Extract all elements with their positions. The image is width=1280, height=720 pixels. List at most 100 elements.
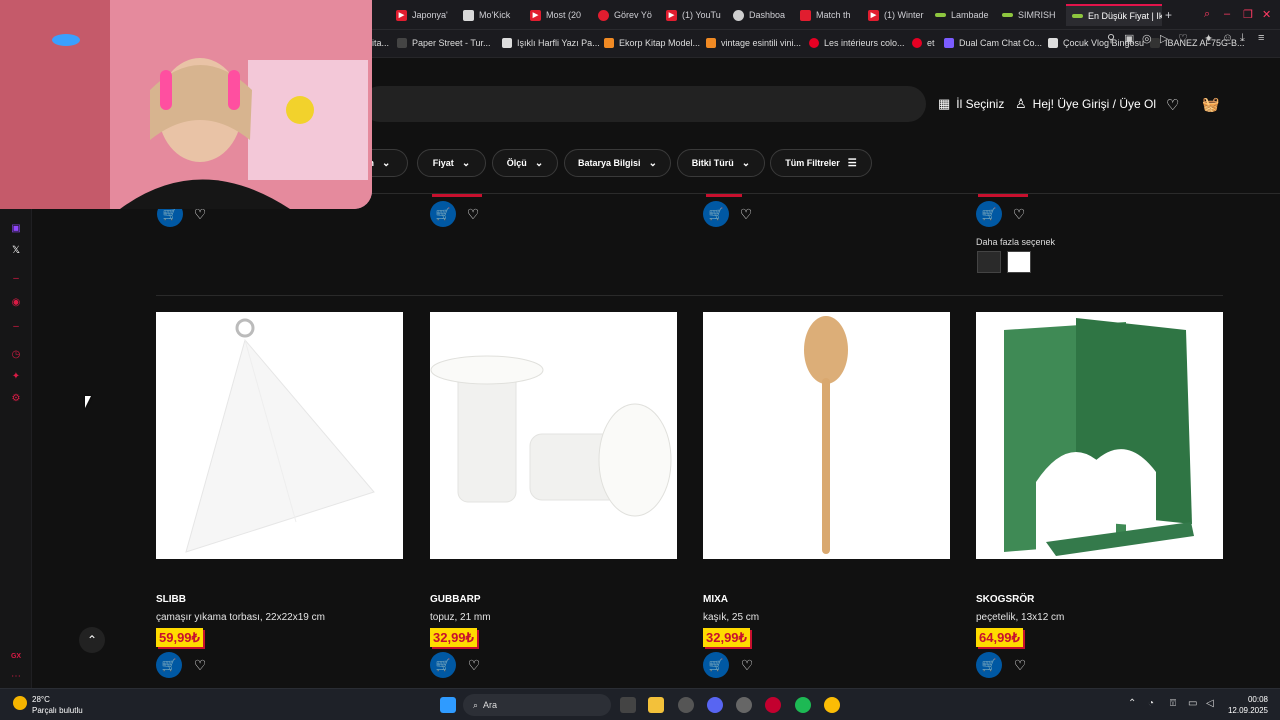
heart-icon[interactable]: ♡ [466,657,482,673]
tab[interactable]: SIMRISH [1002,4,1058,26]
bookmark[interactable]: Işıklı Harfli Yazı Pa... [502,38,600,48]
opera-gx-icon[interactable] [765,697,781,713]
login-link[interactable]: ♙ Hej! Üye Girişi / Üye Ol [1015,96,1156,112]
heart-icon[interactable]: ♡ [1012,657,1028,673]
player-icon[interactable]: ◉ [10,297,22,309]
search-tabs-icon[interactable]: ⌕ [1204,8,1210,21]
add-to-cart-button[interactable]: 🛒 [430,201,456,227]
tab-active[interactable]: En Düşük Fiyat | Ik [1066,4,1162,26]
add-to-cart-button[interactable]: 🛒 [703,201,729,227]
volume-icon[interactable]: ◁ [1206,698,1214,709]
steam-icon[interactable] [678,697,694,713]
tab[interactable]: Mo'Kick [463,4,523,26]
bookmark[interactable]: Paper Street - Tur... [397,38,491,48]
product-card[interactable]: MIXA kaşık, 25 cm 32,99₺ 🛒 ♡ [703,312,950,678]
tab[interactable]: ▶ Most (20 [530,4,586,26]
screenshot-icon[interactable]: ▣ [1124,32,1134,45]
variant-swatch[interactable] [1007,251,1031,273]
bookmark[interactable]: Ekorp Kitap Model... [604,38,700,48]
heart-icon[interactable]: ♡ [739,657,755,673]
close-icon[interactable]: ✕ [1262,8,1271,21]
bookmark[interactable]: ita... [372,38,389,48]
filter-pill[interactable]: Fiyat ⌄ [417,149,486,177]
profile-icon[interactable]: ☺ [1222,32,1233,44]
basket-icon[interactable]: 🧺 [1202,96,1219,113]
task-view-icon[interactable] [620,697,636,713]
heart-icon[interactable]: ♡ [192,657,208,673]
product-card[interactable]: SLIBB çamaşır yıkama torbası, 22x22x19 c… [156,312,403,678]
tab[interactable]: ▶ Japonya' [396,4,452,26]
scroll-to-top-button[interactable]: ⌃ [79,627,105,653]
filter-pill[interactable]: Ölçü ⌄ [492,149,558,177]
laundry-bag-illustration [185,318,375,553]
product-image[interactable] [976,312,1223,559]
bookmark[interactable]: vintage esintili vini... [706,38,801,48]
maximize-icon[interactable]: ❐ [1243,8,1253,21]
heart-icon[interactable]: ♡ [465,206,481,222]
minimize-icon[interactable]: – [1224,8,1230,20]
download-icon[interactable]: ⤓ [1240,32,1245,45]
more-icon[interactable]: ⋯ [10,671,22,683]
bookmark[interactable]: Dual Cam Chat Co... [944,38,1042,48]
play-icon[interactable]: ▷ [1160,32,1168,45]
tray-chevron-icon[interactable]: ⌃ [1128,698,1136,709]
all-filters-button[interactable]: Tüm Filtreler ☰ [770,149,872,177]
file-explorer-icon[interactable] [648,697,664,713]
extensions-icon[interactable]: ✦ [10,371,22,383]
twitch-icon[interactable]: ▣ [10,223,22,235]
add-to-cart-button[interactable]: 🛒 [976,201,1002,227]
product-name[interactable]: SLIBB [156,594,186,605]
pin-icon[interactable]: ⚲ [1107,32,1115,45]
new-tab-button[interactable]: + [1165,4,1179,26]
gx-icon[interactable]: GX [10,651,22,663]
bookmark[interactable]: et [912,38,935,48]
history-icon[interactable]: ◷ [10,349,22,361]
taskbar-search[interactable]: ⌕ Ara [463,694,611,716]
menu-icon[interactable]: ≡ [1258,32,1264,44]
tab[interactable]: Lambade [935,4,991,26]
add-to-cart-button[interactable]: 🛒 [703,652,729,678]
settings-icon[interactable]: ⚙ [10,393,22,405]
product-card[interactable]: GUBBARP topuz, 21 mm 32,99₺ 🛒 ♡ [430,312,677,678]
tab[interactable]: Görev Yö [598,4,654,26]
filter-pill[interactable]: Batarya Bilgisi ⌄ [564,149,671,177]
extension-icon[interactable]: ◎ [1142,32,1152,45]
tab[interactable]: ▶ (1) YouTu [666,4,722,26]
app-icon[interactable] [736,697,752,713]
variant-swatch[interactable] [977,251,1001,273]
tab-label: Görev Yö [614,10,652,20]
product-card[interactable]: SKOGSRÖR peçetelik, 13x12 cm 64,99₺ 🛒 ♡ [976,312,1223,678]
heart-icon[interactable]: ♡ [738,206,754,222]
store-select-link[interactable]: ▦ İl Seçiniz [938,96,1004,112]
bookmark[interactable]: Les intérieurs colo... [809,38,905,48]
product-name[interactable]: MIXA [703,594,728,605]
start-windows-icon[interactable] [440,697,456,713]
x-icon[interactable]: 𝕏 [10,245,22,257]
product-name[interactable]: GUBBARP [430,594,481,605]
discord-icon[interactable] [707,697,723,713]
tab-label: Most (20 [546,10,582,20]
tab[interactable]: Dashboa [733,4,789,26]
tray-app-icon[interactable]: ◔ [1148,698,1154,709]
add-to-cart-button[interactable]: 🛒 [976,652,1002,678]
chrome-icon[interactable] [824,697,840,713]
site-icon [397,38,407,48]
favorites-heart-icon[interactable]: ♡ [1166,96,1179,114]
search-input[interactable] [362,86,926,122]
product-image[interactable] [156,312,403,559]
tab[interactable]: Match th [800,4,856,26]
spotify-icon[interactable] [795,697,811,713]
taskbar-clock[interactable]: 00:08 12.09.2025 [1228,694,1268,716]
extensions-icon[interactable]: ✦ [1204,32,1213,45]
filter-pill[interactable]: Bitki Türü ⌄ [677,149,765,177]
tab[interactable]: ▶ (1) Winter [868,4,924,26]
product-name[interactable]: SKOGSRÖR [976,594,1034,605]
product-image[interactable] [430,312,677,559]
add-to-cart-button[interactable]: 🛒 [430,652,456,678]
heart-icon[interactable]: ♡ [1011,206,1027,222]
network-icon[interactable]: ▭ [1188,698,1197,709]
microphone-icon[interactable]: ⍔ [1170,698,1176,709]
heart-icon[interactable]: ♡ [1178,32,1188,45]
add-to-cart-button[interactable]: 🛒 [156,652,182,678]
product-image[interactable] [703,312,950,559]
